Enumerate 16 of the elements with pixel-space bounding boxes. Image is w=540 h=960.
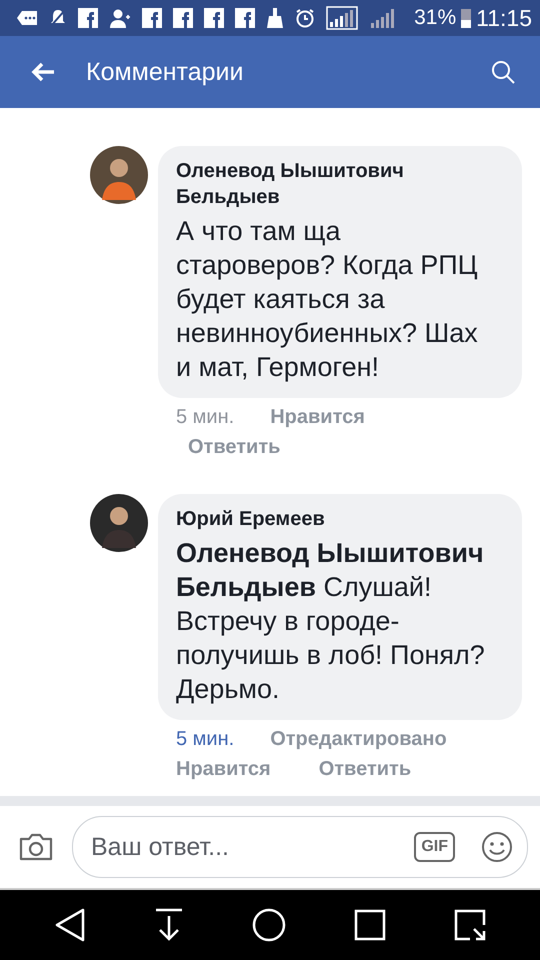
comment-text: А что там ща староверов? Когда РПЦ будет каяться за невинноубиенных? Шах и мат, Гермоген! bbox=[176, 215, 479, 384]
comment-action-link[interactable]: Нравится bbox=[270, 404, 365, 430]
battery-percent: 31% bbox=[414, 6, 456, 30]
comment-action-link[interactable]: Нравится bbox=[176, 756, 271, 782]
comment-author[interactable]: Юрий Еремеев bbox=[176, 506, 492, 532]
comment-time[interactable]: 5 мин. bbox=[176, 404, 234, 430]
comment-text: Оленевод Ыышитович Бельдыев Слушай! Встречу в городе-получишь в лоб! Понял? Дерьмо. bbox=[176, 537, 486, 706]
edited-label[interactable]: Отредактировано bbox=[270, 726, 447, 752]
comment-time[interactable]: 5 мин. bbox=[176, 726, 234, 752]
comment-action-link[interactable]: Ответить bbox=[318, 756, 412, 782]
screen-title: Комментарии bbox=[86, 58, 244, 86]
comment-author[interactable]: Оленевод Ыышитович Бельдыев bbox=[176, 158, 492, 210]
gif-button[interactable]: GIF bbox=[414, 832, 455, 862]
comment-action-link[interactable]: Ответить bbox=[188, 434, 280, 460]
clock: 11:15 bbox=[476, 4, 532, 32]
reply-field[interactable]: Ваш ответ... GIF bbox=[72, 816, 528, 878]
